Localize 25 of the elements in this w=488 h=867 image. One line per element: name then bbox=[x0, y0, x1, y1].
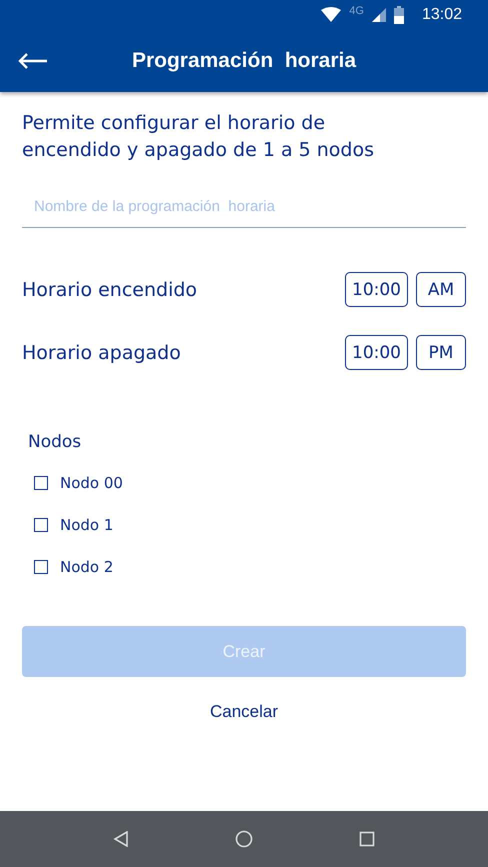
back-arrow-icon bbox=[18, 53, 48, 69]
screen-title: Programación horaria bbox=[130, 49, 358, 73]
signal-icon bbox=[372, 8, 386, 22]
node-label: Nodo 00 bbox=[60, 474, 123, 492]
recents-nav-icon[interactable] bbox=[359, 831, 375, 847]
schedule-label: Horario encendido bbox=[22, 278, 198, 300]
network-type: 4G bbox=[349, 5, 364, 17]
description-text: Permite configurar el horario de encendido y apagado de 1 a 5 nodos bbox=[22, 111, 376, 163]
clock-time: 13:02 bbox=[422, 6, 462, 24]
node-label: Nodo 1 bbox=[60, 516, 114, 534]
battery-icon bbox=[394, 6, 404, 24]
time-button[interactable]: 10:00 bbox=[345, 272, 408, 307]
nodes-heading: Nodos bbox=[28, 432, 82, 452]
node-label: Nodo 2 bbox=[60, 558, 114, 576]
back-nav-icon[interactable] bbox=[113, 831, 129, 847]
time-button[interactable]: 10:00 bbox=[345, 335, 408, 370]
period-button[interactable]: AM bbox=[416, 272, 466, 307]
cancel-button[interactable]: Cancelar bbox=[204, 701, 284, 723]
schedule-label: Horario apagado bbox=[22, 342, 182, 364]
checkbox[interactable] bbox=[34, 476, 48, 490]
checkbox[interactable] bbox=[34, 518, 48, 532]
checkbox[interactable] bbox=[34, 560, 48, 574]
period-button[interactable]: PM bbox=[416, 335, 466, 370]
wifi-icon bbox=[321, 7, 342, 23]
home-nav-icon[interactable] bbox=[235, 830, 253, 848]
